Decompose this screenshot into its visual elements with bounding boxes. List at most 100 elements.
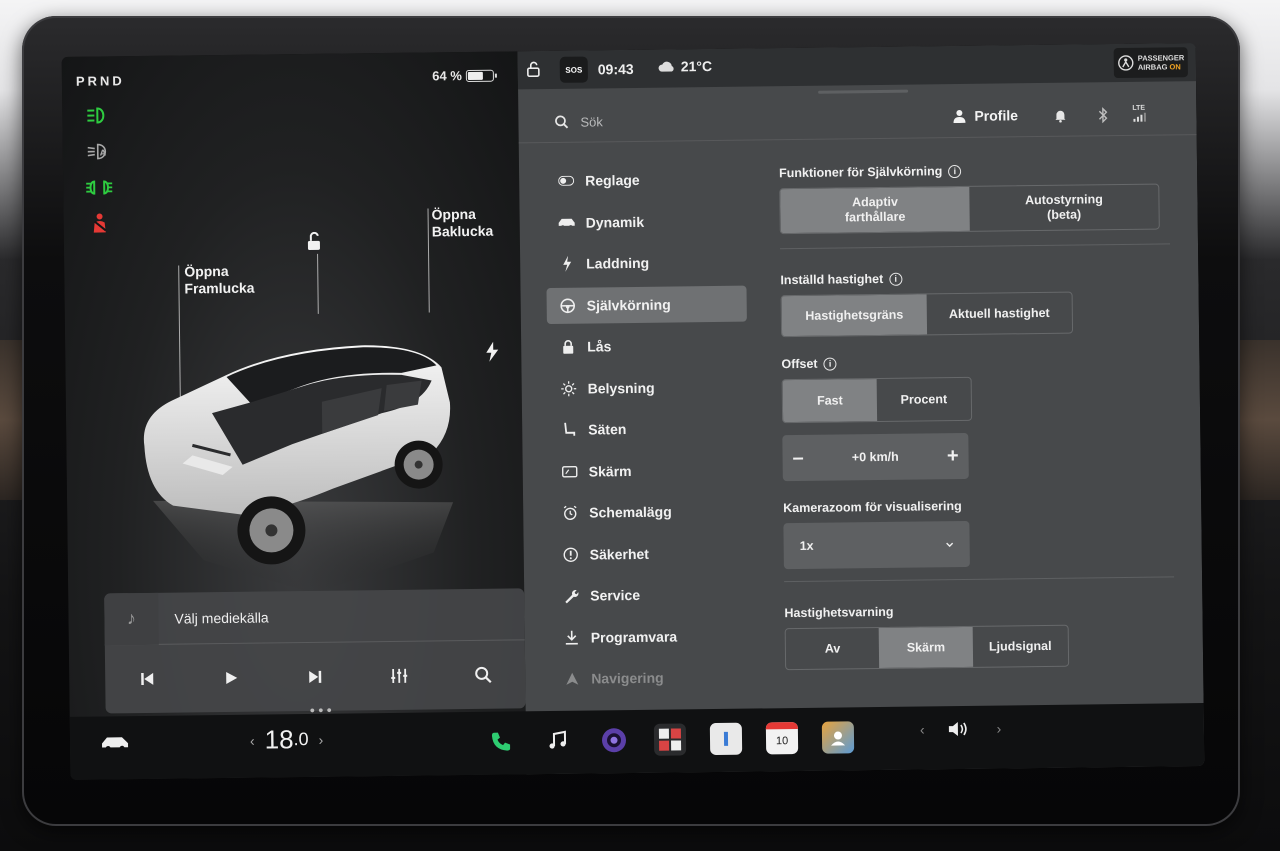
temp-decimal: .0 <box>293 728 309 750</box>
info-icon[interactable]: i <box>823 357 837 371</box>
nav-label: Självkörning <box>586 296 671 314</box>
volume-down-icon[interactable]: ‹ <box>920 721 925 737</box>
manual-icon[interactable] <box>709 722 743 756</box>
battery-percent: 64 % <box>432 68 462 84</box>
sos-button[interactable]: SOS <box>559 56 588 83</box>
speed-warning-section-title: Hastighetsvarning <box>784 601 1174 620</box>
features-section-title: Funktioner för Självkörning i <box>779 161 1169 180</box>
nav-item-navigering[interactable]: Navigering <box>551 659 751 697</box>
temp-value[interactable]: 18 <box>264 724 293 755</box>
speed-warning-segmented-control: Av Skärm Ljudsignal <box>784 624 1070 671</box>
bluetooth-icon[interactable] <box>1098 107 1108 128</box>
bell-icon[interactable] <box>1054 109 1066 128</box>
person-icon <box>953 109 966 124</box>
adaptive-cruise-option[interactable]: Adaptiv farthållare <box>780 186 970 234</box>
lte-label: LTE <box>1132 104 1146 112</box>
autopilot-settings: Funktioner för Självkörning i Adaptiv fa… <box>779 161 1175 671</box>
nav-item-skarm[interactable]: Skärm <box>549 451 749 489</box>
autosteer-option[interactable]: Autostyrning (beta) <box>969 185 1159 231</box>
nav-item-laddning[interactable]: Laddning <box>546 244 746 282</box>
rear-trunk-label[interactable]: Öppna Baklucka <box>431 206 493 241</box>
auto-highbeam-icon: A <box>85 140 113 162</box>
set-speed-section-title: Inställd hastighet i <box>780 268 1170 287</box>
toybox-icon[interactable] <box>653 723 687 756</box>
nav-item-programvara[interactable]: Programvara <box>551 617 751 655</box>
features-segmented-control: Adaptiv farthållare Autostyrning (beta) <box>779 183 1160 235</box>
sun-icon <box>560 379 578 397</box>
settings-nav: Reglage Dynamik Laddning Självkörning Lå… <box>545 161 752 703</box>
nav-item-belysning[interactable]: Belysning <box>547 368 747 406</box>
nav-item-service[interactable]: Service <box>550 576 750 614</box>
nav-label: Lås <box>587 338 612 355</box>
phone-icon[interactable] <box>485 725 517 757</box>
lock-icon <box>559 338 577 356</box>
airbag-line2: AIRBAG <box>1137 62 1168 72</box>
camera-icon[interactable] <box>598 724 630 756</box>
media-source-label[interactable]: Välj mediekälla <box>174 609 268 626</box>
profile-button[interactable]: Profile <box>952 107 1018 124</box>
front-trunk-label[interactable]: Öppna Framlucka <box>184 263 254 298</box>
status-bar-left: PRND 64 % <box>76 67 506 92</box>
nav-item-sjalvkorning[interactable]: Självkörning <box>546 285 747 324</box>
warning-chime-option[interactable]: Ljudsignal <box>972 626 1068 667</box>
volume-up-icon[interactable]: › <box>996 721 1001 737</box>
nav-item-schemalagg[interactable]: Schemalägg <box>549 493 749 531</box>
nav-label: Säkerhet <box>589 545 649 563</box>
current-speed-option[interactable]: Aktuell hastighet <box>927 293 1072 335</box>
touchscreen: PRND 64 % A Öppna Framlucka Öppna Bakluc… <box>61 43 1205 780</box>
car-icon[interactable] <box>100 734 130 757</box>
play-icon[interactable] <box>214 661 248 695</box>
temp-down-icon[interactable]: ‹ <box>250 732 255 748</box>
speed-warning-title: Hastighetsvarning <box>784 604 894 621</box>
equalizer-icon[interactable] <box>382 659 416 693</box>
speed-limit-option[interactable]: Hastighetsgräns <box>781 294 928 337</box>
speaker-icon[interactable] <box>946 720 970 738</box>
info-icon[interactable]: i <box>889 272 903 286</box>
parking-lights-icon <box>85 176 113 198</box>
download-icon <box>563 628 581 646</box>
next-track-icon[interactable] <box>298 660 332 694</box>
increase-button[interactable]: + <box>947 445 959 468</box>
unlock-icon[interactable] <box>304 231 324 252</box>
photo-booth-icon[interactable] <box>821 721 855 754</box>
nav-item-dynamik[interactable]: Dynamik <box>545 202 745 240</box>
battery-fill <box>467 71 483 80</box>
nav-label: Skärm <box>588 462 632 480</box>
volume-control: ‹ › <box>920 720 1002 739</box>
chevron-down-icon <box>946 537 954 551</box>
features-title: Funktioner för Självkörning <box>779 164 943 181</box>
previous-track-icon[interactable] <box>130 662 164 696</box>
nav-item-saten[interactable]: Säten <box>548 410 748 448</box>
temp-up-icon[interactable]: › <box>318 731 323 747</box>
passenger-airbag-status: PASSENGER AIRBAG ON <box>1113 47 1188 79</box>
car-icon <box>558 213 576 231</box>
media-search-icon[interactable] <box>466 658 500 692</box>
alarm-clock-icon <box>561 504 579 522</box>
top-status-bar: SOS 09:43 21°C PASSENGER AIRBAG ON <box>517 43 1197 90</box>
decrease-button[interactable]: – <box>792 446 803 469</box>
search-input[interactable]: Sök <box>580 114 603 129</box>
music-icon[interactable] <box>542 725 574 757</box>
nav-item-las[interactable]: Lås <box>547 327 747 365</box>
bolt-icon <box>558 255 576 273</box>
info-icon[interactable]: i <box>948 164 962 178</box>
drag-handle[interactable] <box>818 89 909 94</box>
nav-label: Programvara <box>590 627 678 646</box>
search-row: Sök Profile LTE <box>518 95 1197 144</box>
percent-option[interactable]: Procent <box>877 378 972 421</box>
fixed-option[interactable]: Fast <box>782 379 878 423</box>
warning-off-option[interactable]: Av <box>786 628 880 669</box>
search-icon[interactable] <box>554 115 569 134</box>
unlock-icon[interactable] <box>526 61 542 82</box>
media-source-row[interactable]: ♪ Välj mediekälla <box>104 588 525 646</box>
camera-zoom-section-title: Kamerazoom för visualisering <box>783 496 1173 515</box>
set-speed-segmented-control: Hastighetsgräns Aktuell hastighet <box>780 291 1074 338</box>
offset-title: Offset <box>781 356 818 372</box>
warning-display-option[interactable]: Skärm <box>879 626 973 669</box>
nav-item-sakerhet[interactable]: Säkerhet <box>550 534 750 572</box>
nav-item-reglage[interactable]: Reglage <box>545 161 745 199</box>
display-icon <box>561 462 579 480</box>
calendar-header <box>765 722 798 730</box>
calendar-icon[interactable]: 10 <box>765 722 799 755</box>
camera-zoom-select[interactable]: 1x <box>783 520 970 570</box>
